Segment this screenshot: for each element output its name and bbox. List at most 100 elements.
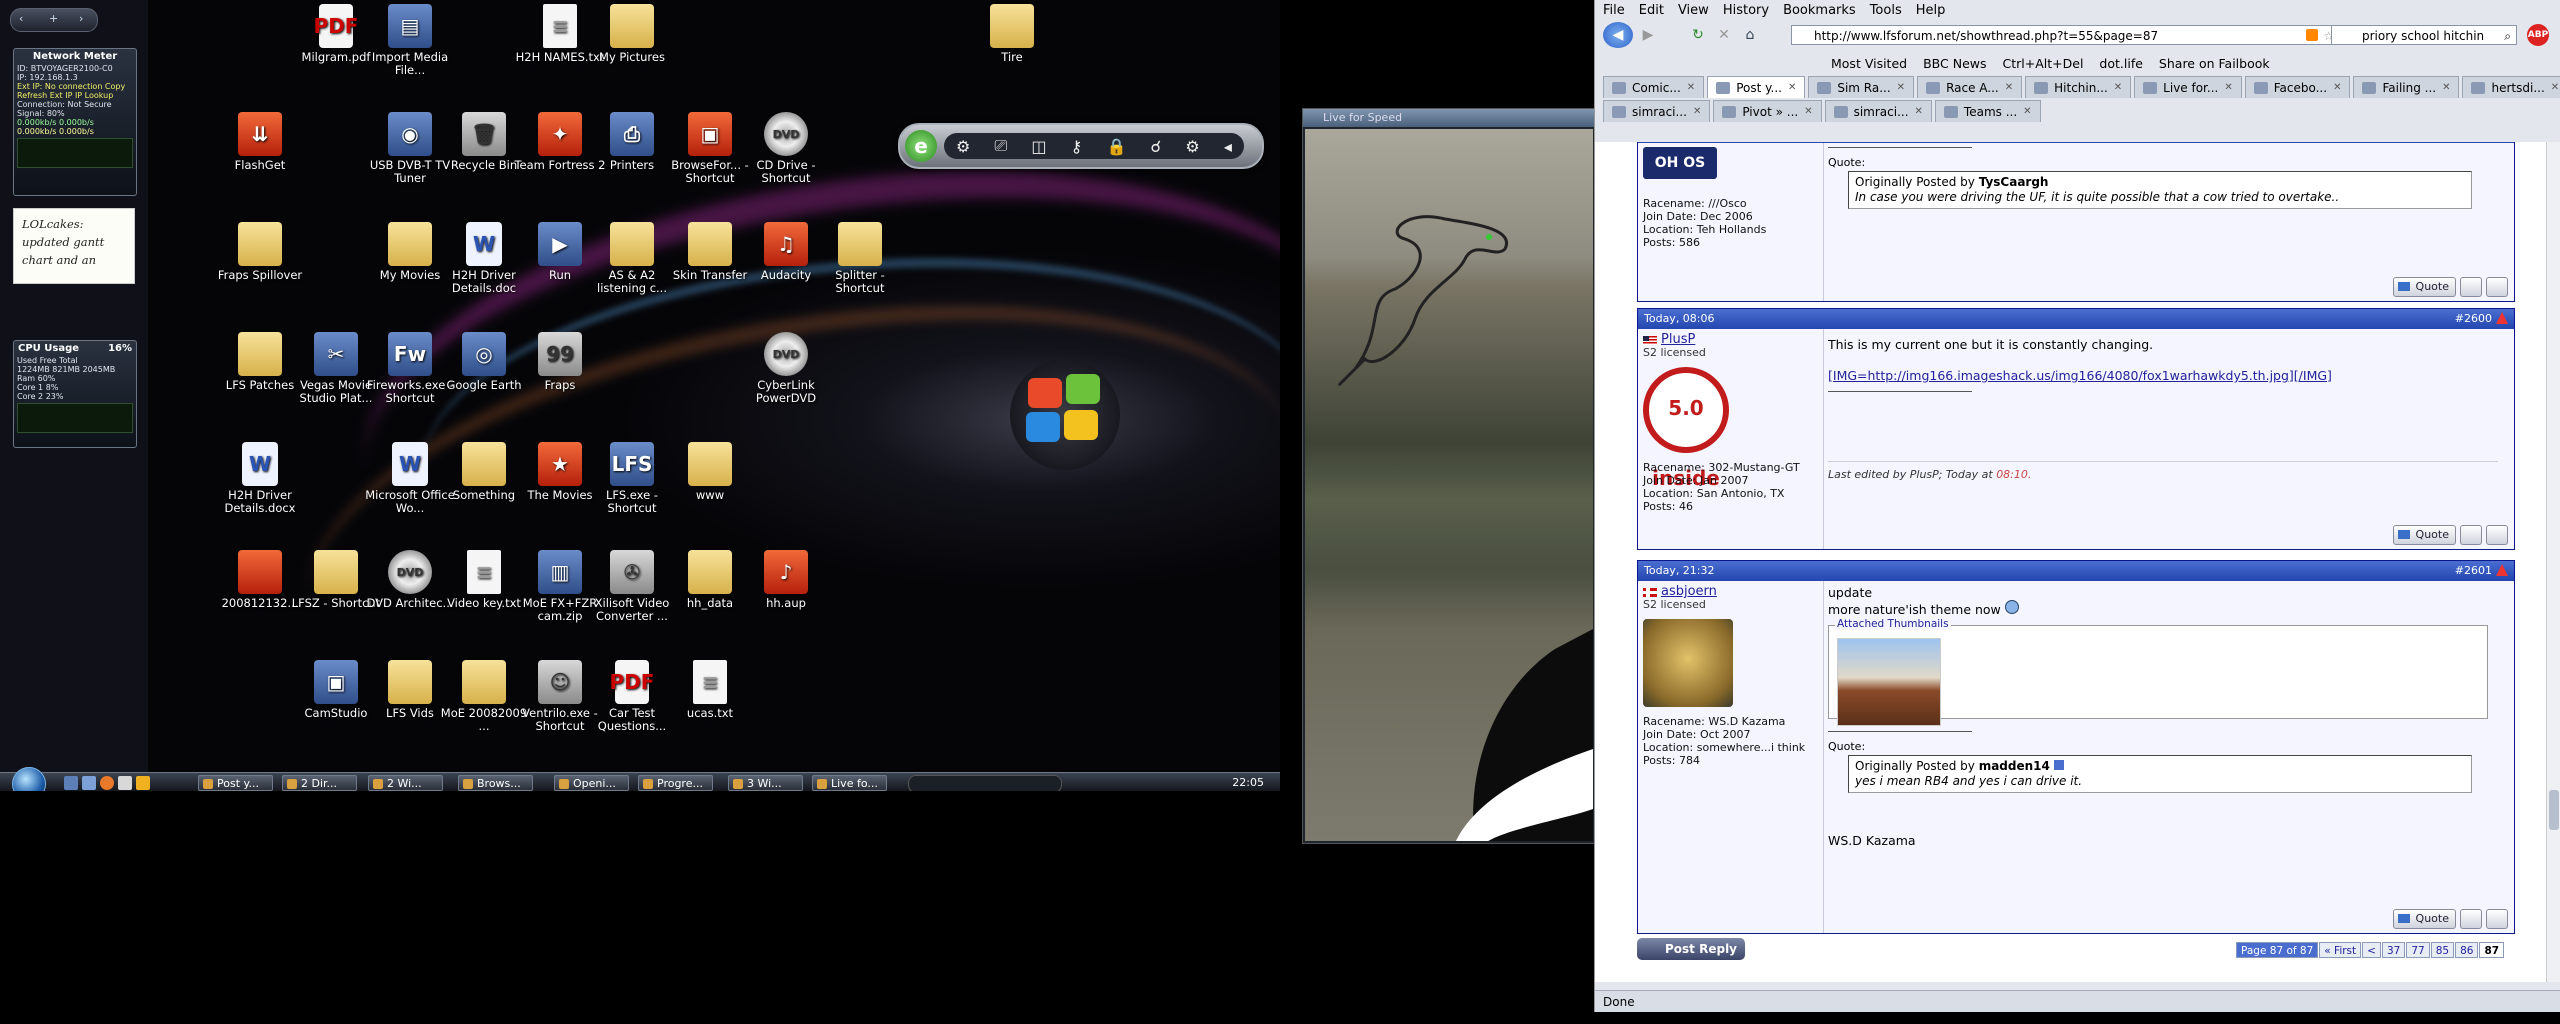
page-86[interactable]: 86: [2455, 942, 2479, 958]
live-for-speed-window[interactable]: Live for Speed: [1302, 108, 1596, 844]
desktop-icon[interactable]: ♪ hh.aup: [740, 550, 832, 610]
desktop-icon[interactable]: My Pictures: [586, 4, 678, 64]
browser-tab[interactable]: hertsdi... ✕: [2462, 76, 2560, 98]
avatar[interactable]: 5.0 inside: [1643, 367, 1729, 490]
post-number[interactable]: #2601: [2455, 561, 2492, 581]
username[interactable]: asbjoern: [1661, 584, 1717, 599]
home-icon[interactable]: ⌂: [1739, 24, 1761, 46]
page-prev[interactable]: <: [2362, 942, 2381, 958]
rss-icon[interactable]: [2306, 29, 2318, 41]
close-tab-icon[interactable]: ✕: [1897, 78, 1905, 98]
desktop-icon[interactable]: 99 Fraps: [514, 332, 606, 392]
window-title[interactable]: Live for Speed: [1303, 109, 1595, 127]
desktop-icon[interactable]: Splitter - Shortcut: [814, 222, 906, 295]
browser-tab[interactable]: Live for... ✕: [2134, 76, 2242, 98]
close-tab-icon[interactable]: ✕: [1915, 102, 1923, 122]
back-icon[interactable]: ◀: [1603, 22, 1633, 48]
menu-history[interactable]: History: [1723, 3, 1769, 18]
prev-icon[interactable]: ‹: [19, 12, 23, 25]
scrollbar[interactable]: [2546, 142, 2560, 982]
bookmark-bbc-news[interactable]: BBC News: [1923, 56, 1986, 71]
close-tab-icon[interactable]: ✕: [1687, 78, 1695, 98]
browser-tab[interactable]: Comic... ✕: [1603, 76, 1705, 98]
quote-author[interactable]: madden14: [1979, 759, 2050, 773]
browser-tab[interactable]: Teams ... ✕: [1934, 100, 2041, 122]
browser-tab[interactable]: Post y... ✕: [1707, 76, 1806, 98]
multiquote-button[interactable]: [2460, 525, 2482, 545]
desktop-icon[interactable]: DVD CyberLink PowerDVD: [740, 332, 832, 405]
bookmark-share-on-failbook[interactable]: Share on Failbook: [2159, 56, 2270, 71]
desktop-icon[interactable]: ≡ ucas.txt: [664, 660, 756, 720]
report-icon[interactable]: [2496, 564, 2508, 576]
quick-reply-button[interactable]: [2486, 909, 2508, 929]
browser-tab[interactable]: Facebo... ✕: [2244, 76, 2351, 98]
dock-item-icon[interactable]: ⚷: [1071, 137, 1083, 156]
taskbar-button[interactable]: Post y...: [198, 775, 273, 791]
dock-item-icon[interactable]: 🔒: [1106, 137, 1126, 156]
taskbar-button[interactable]: 3 Wi...: [728, 775, 803, 791]
desktop-icon[interactable]: W H2H Driver Details.docx: [214, 442, 306, 515]
username[interactable]: PlusP: [1661, 332, 1695, 347]
taskbar-button[interactable]: 2 Dir...: [282, 775, 357, 791]
attachment-thumbnail[interactable]: [1837, 638, 1941, 726]
next-icon[interactable]: ›: [79, 12, 83, 25]
taskbar-button[interactable]: Openi...: [554, 775, 629, 791]
close-tab-icon[interactable]: ✕: [2551, 78, 2559, 98]
signature-link[interactable]: [IMG=http://img166.imageshack.us/img166/…: [1828, 368, 2508, 383]
taskbar-button[interactable]: Live fo...: [812, 775, 887, 791]
menu-help[interactable]: Help: [1916, 3, 1946, 18]
post-number[interactable]: #2600: [2455, 309, 2492, 329]
gadget-line[interactable]: Refresh Ext IP IP Lookup: [14, 91, 136, 100]
sidebar-controls[interactable]: ‹ + ›: [10, 8, 98, 32]
add-gadget-icon[interactable]: +: [49, 12, 58, 25]
show-desktop-icon[interactable]: [64, 776, 78, 790]
close-tab-icon[interactable]: ✕: [2023, 102, 2031, 122]
dock-item-icon[interactable]: ⚙: [1185, 137, 1199, 156]
firefox-icon[interactable]: [100, 776, 114, 790]
search-bar[interactable]: priory school hitchin ⌕: [2331, 25, 2517, 45]
view-post-icon[interactable]: [2053, 760, 2064, 770]
close-tab-icon[interactable]: ✕: [2333, 78, 2341, 98]
browser-tab[interactable]: simraci... ✕: [1824, 100, 1932, 122]
close-tab-icon[interactable]: ✕: [1804, 102, 1812, 122]
browser-tab[interactable]: Sim Ra... ✕: [1808, 76, 1915, 98]
reload-icon[interactable]: ↻: [1687, 24, 1709, 46]
dock-item-icon[interactable]: ☌: [1151, 137, 1162, 156]
avatar[interactable]: OH OS: [1643, 147, 1717, 179]
desktop-icon[interactable]: DVD CD Drive - Shortcut: [740, 112, 832, 185]
media-icon[interactable]: [136, 776, 150, 790]
desktop-icon[interactable]: ▤ Import Media File...: [364, 4, 456, 77]
menu-edit[interactable]: Edit: [1639, 3, 1664, 18]
desktop-icon[interactable]: www: [664, 442, 756, 502]
quote-author[interactable]: TysCaargh: [1979, 175, 2049, 189]
sticky-note[interactable]: LOLcakes: updated gantt chart and an: [13, 208, 135, 284]
close-tab-icon[interactable]: ✕: [1788, 78, 1796, 98]
dock-item-icon[interactable]: ◂: [1224, 137, 1232, 156]
browser-tab[interactable]: simraci... ✕: [1603, 100, 1711, 122]
browser-tab[interactable]: Failing ... ✕: [2353, 76, 2460, 98]
quote-button[interactable]: Quote: [2392, 277, 2456, 297]
close-tab-icon[interactable]: ✕: [2005, 78, 2013, 98]
adblock-icon[interactable]: ABP: [2527, 24, 2549, 46]
search-text[interactable]: priory school hitchin: [2362, 29, 2484, 43]
close-tab-icon[interactable]: ✕: [2114, 78, 2122, 98]
page-37[interactable]: 37: [2381, 942, 2406, 958]
quick-reply-button[interactable]: [2486, 525, 2508, 545]
url-bar[interactable]: http://www.lfsforum.net/showthread.php?t…: [1791, 25, 2341, 45]
report-icon[interactable]: [2496, 312, 2508, 324]
page-77[interactable]: 77: [2406, 942, 2430, 958]
menu-tools[interactable]: Tools: [1870, 3, 1902, 18]
dock-item-icon[interactable]: ◫: [1031, 137, 1046, 156]
dock-item-icon[interactable]: ⚙: [956, 137, 970, 156]
quote-button[interactable]: Quote: [2392, 909, 2456, 929]
menu-file[interactable]: File: [1603, 3, 1625, 18]
desktop-icon[interactable]: Tire: [966, 4, 1058, 64]
search-icon[interactable]: ⌕: [2504, 26, 2511, 46]
cpu-usage-gadget[interactable]: CPU Usage 16% Used Free Total 1224MB 821…: [13, 340, 137, 448]
scrollbar-thumb[interactable]: [2549, 790, 2559, 830]
close-tab-icon[interactable]: ✕: [2224, 78, 2232, 98]
quick-reply-button[interactable]: [2486, 277, 2508, 297]
game-view[interactable]: [1305, 129, 1593, 841]
browser-tab[interactable]: Pivot » ... ✕: [1713, 100, 1822, 122]
taskbar-button[interactable]: Progre...: [638, 775, 713, 791]
